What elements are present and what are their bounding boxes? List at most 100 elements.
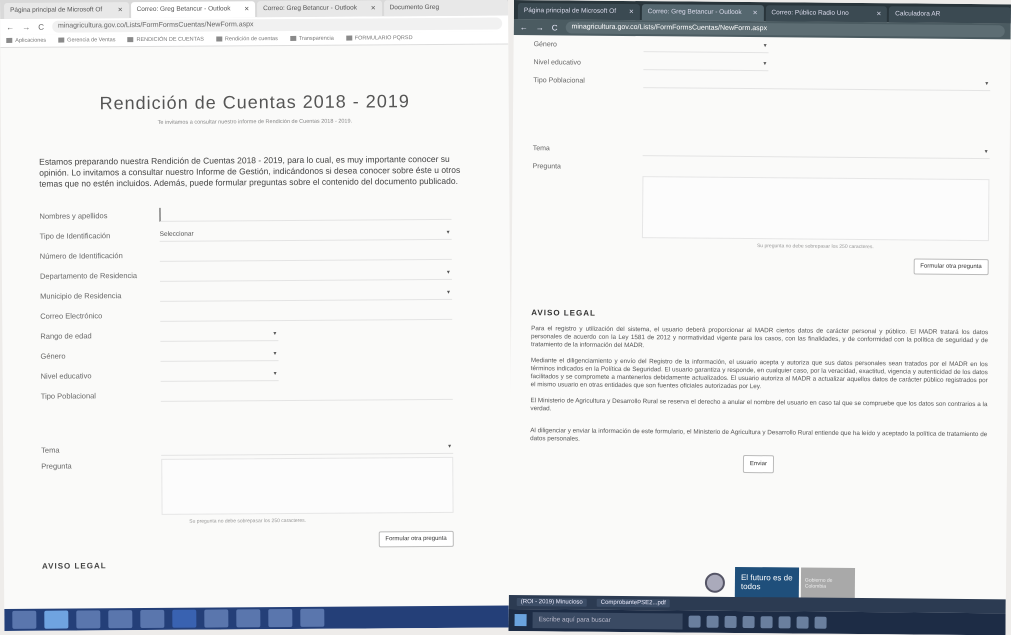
tab-label: Correo: Greg Betancur - Outlook [263, 4, 358, 13]
field-label: Tipo de Identificación [39, 230, 111, 241]
select-value: Seleccionar [159, 230, 194, 238]
close-icon[interactable]: × [371, 0, 376, 16]
send-row: Enviar [530, 453, 987, 475]
download-item[interactable]: (ROI - 2019) Minucioso [516, 598, 587, 607]
education-select[interactable]: ▾ [643, 56, 769, 72]
taskbar-app-icon[interactable] [778, 616, 791, 629]
browser-tab[interactable]: Correo: Greg Betancur - Outlook × [257, 0, 382, 18]
excel-icon[interactable] [204, 609, 229, 628]
browser-tab[interactable]: Página principal de Microsoft Of × [4, 2, 129, 19]
topic-select[interactable]: ▾ [161, 439, 454, 456]
edge-browser-icon[interactable] [44, 610, 69, 629]
bookmark-item[interactable]: FORMULARIO PQRSD [346, 35, 413, 41]
windows-start-icon[interactable] [514, 614, 527, 627]
bookmark-item[interactable]: Gerencia de Ventas [58, 37, 115, 43]
close-icon[interactable]: × [118, 2, 123, 18]
gender-select[interactable]: ▾ [643, 38, 769, 54]
legal-heading: AVISO LEGAL [531, 308, 596, 318]
legal-paragraph: El Ministerio de Agricultura y Desarroll… [530, 397, 988, 413]
url-input[interactable]: minagricultura.gov.co/Lists/FormFormsCue… [51, 17, 503, 33]
field-label: Nivel educativo [533, 58, 581, 67]
population-type-input[interactable]: ▾ [643, 74, 991, 92]
dropbox-icon[interactable] [760, 616, 773, 629]
word-icon[interactable] [172, 609, 197, 628]
windows-start-icon[interactable] [12, 610, 37, 629]
task-view-icon[interactable] [688, 615, 701, 628]
bookmark-item[interactable]: Aplicaciones [6, 38, 46, 44]
taskbar: Escribe aquí para buscar [508, 608, 1006, 635]
field-label: Número de Identificación [39, 250, 123, 261]
gender-select[interactable]: ▾ [160, 347, 279, 362]
chevron-down-icon: ▾ [448, 443, 452, 450]
bookmark-item[interactable]: RENDICIÓN DE CUENTAS [127, 37, 203, 44]
powerpoint-icon[interactable] [236, 609, 261, 628]
add-question-button[interactable]: Formular otra pregunta [913, 258, 989, 276]
education-select[interactable]: ▾ [160, 367, 279, 382]
edge-browser-icon[interactable] [706, 615, 719, 628]
close-icon[interactable]: × [876, 6, 881, 22]
browser-tab[interactable]: Correo: Público Radio Uno × [765, 5, 888, 23]
back-arrow-icon[interactable]: ← [6, 22, 14, 31]
chevron-down-icon: ▾ [446, 269, 450, 276]
store-icon[interactable] [742, 616, 755, 629]
close-icon[interactable]: × [629, 4, 634, 20]
close-icon[interactable]: × [753, 5, 758, 21]
question-textarea[interactable] [161, 456, 454, 515]
field-label: Rango de edad [40, 330, 92, 341]
age-range-select[interactable]: ▾ [160, 327, 279, 342]
population-type-input[interactable] [160, 385, 453, 402]
municipality-select[interactable]: ▾ [160, 285, 453, 302]
topic-select[interactable]: ▾ [642, 142, 990, 160]
bookmark-item[interactable]: Rendición de cuentas [216, 36, 278, 42]
send-button[interactable]: Enviar [742, 455, 775, 474]
browser-tab[interactable]: Correo: Greg Betancur - Outlook × [130, 1, 256, 19]
field-label: Departamento de Residencia [39, 270, 138, 281]
add-question-button[interactable]: Formular otra pregunta [378, 530, 454, 548]
taskbar-search-input[interactable]: Escribe aquí para buscar [532, 612, 683, 630]
name-input[interactable] [159, 205, 452, 222]
file-explorer-icon[interactable] [108, 610, 133, 629]
bookmark-item[interactable]: Transparencia [290, 36, 334, 42]
url-input[interactable]: minagricultura.gov.co/Lists/FormFormsCue… [565, 21, 1005, 38]
chevron-down-icon: ▾ [447, 289, 451, 296]
download-item[interactable]: ComprobantePSE2...pdf [596, 598, 670, 608]
bookmarks-bar: Aplicaciones Gerencia de Ventas RENDICIÓ… [0, 31, 509, 48]
feedback-form: Nombres y apellidos Tipo de Identificaci… [39, 203, 454, 550]
back-arrow-icon[interactable]: ← [520, 23, 528, 32]
id-number-input[interactable] [159, 245, 452, 262]
field-label: Tema [532, 144, 550, 152]
browser-tab[interactable]: Página principal de Microsoft Of × [517, 3, 640, 21]
chrome-icon[interactable] [814, 616, 827, 629]
legal-heading: AVISO LEGAL [41, 561, 107, 571]
question-textarea[interactable] [641, 176, 990, 242]
browser-tab[interactable]: Correo: Greg Betancur - Outlook × [641, 4, 764, 22]
field-label: Municipio de Residencia [40, 290, 122, 301]
field-label: Tipo Poblacional [533, 76, 585, 85]
taskbar-app-icon[interactable] [300, 608, 325, 627]
chrome-icon[interactable] [268, 608, 293, 628]
tab-label: Correo: Greg Betancur - Outlook [136, 5, 231, 14]
department-select[interactable]: ▾ [159, 265, 452, 282]
reload-icon[interactable]: C [38, 22, 44, 31]
form-row: Pregunta [41, 456, 454, 516]
browser-tab[interactable]: Calculadora AR [889, 6, 1011, 24]
forward-arrow-icon[interactable]: → [22, 22, 30, 31]
form-row: Pregunta [532, 157, 989, 179]
reload-icon[interactable]: C [552, 23, 558, 32]
file-explorer-icon[interactable] [724, 615, 737, 628]
field-label: Pregunta [532, 162, 562, 170]
skype-icon[interactable] [140, 609, 165, 629]
legal-paragraph: Al diligenciar y enviar la información d… [530, 427, 988, 443]
taskbar-app-icon[interactable] [796, 616, 809, 629]
outlook-icon[interactable] [76, 610, 101, 629]
tab-label: Documento Greg [389, 3, 440, 12]
page-subtitle: Te invitamos a consultar nuestro informe… [157, 118, 353, 126]
id-type-select[interactable]: Seleccionar ▾ [159, 225, 452, 242]
field-label: Pregunta [41, 461, 72, 471]
forward-arrow-icon[interactable]: → [536, 23, 544, 32]
close-icon[interactable]: × [244, 1, 249, 17]
browser-tab[interactable]: Documento Greg [383, 0, 509, 17]
chevron-down-icon: ▾ [763, 61, 767, 68]
email-field[interactable] [160, 305, 453, 322]
